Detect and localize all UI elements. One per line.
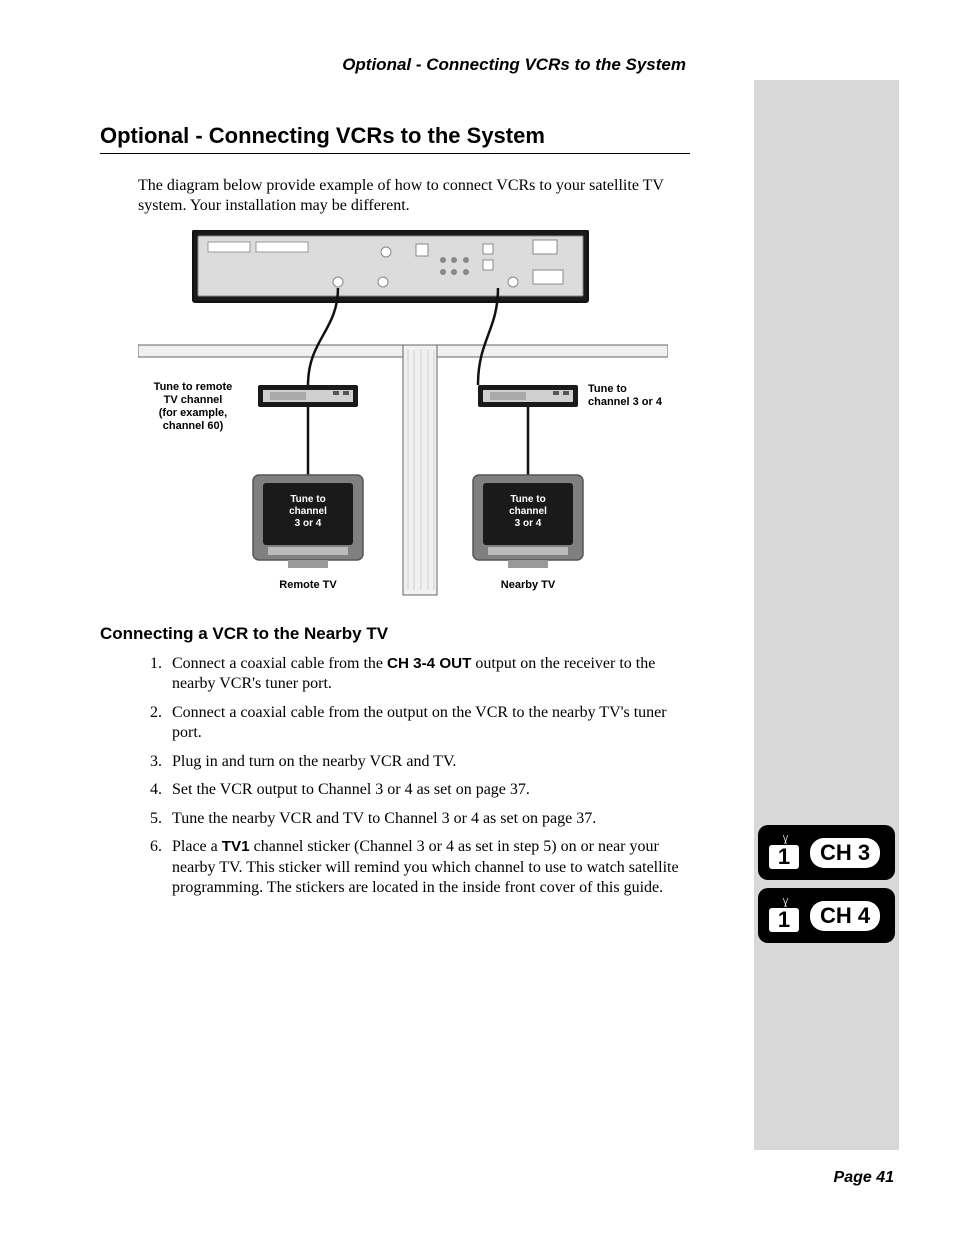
step-4: Set the VCR output to Channel 3 or 4 as … — [166, 780, 690, 800]
channel-pill-b: CH 4 — [810, 901, 880, 931]
right-vcr-caption-1: Tune to — [588, 383, 627, 395]
tv-left-line3: 3 or 4 — [295, 518, 322, 529]
remote-tv-label: Remote TV — [279, 579, 337, 591]
left-vcr-caption-2: TV channel — [164, 394, 223, 406]
connection-diagram: Tune to channel 3 or 4 Tune to channel 3… — [138, 230, 690, 600]
step-6: Place a TV1 channel sticker (Channel 3 o… — [166, 837, 690, 898]
tv-right-line1: Tune to — [510, 494, 545, 505]
left-vcr-caption-1: Tune to remote — [154, 381, 233, 393]
step-3: Plug in and turn on the nearby VCR and T… — [166, 752, 690, 772]
channel-sticker-ch4: \ / 1 CH 4 — [758, 888, 895, 943]
steps-list: Connect a coaxial cable from the CH 3-4 … — [138, 654, 690, 899]
tv-number-badge: 1 — [769, 845, 799, 869]
nearby-tv-label: Nearby TV — [501, 579, 556, 591]
subhead-connecting-vcr: Connecting a VCR to the Nearby TV — [100, 624, 690, 644]
left-vcr-caption-4: channel 60) — [163, 420, 224, 432]
section-title: Optional - Connecting VCRs to the System — [100, 123, 690, 149]
side-column: \ / 1 CH 3 \ / 1 CH 4 — [754, 80, 899, 1150]
step-2: Connect a coaxial cable from the output … — [166, 703, 690, 744]
channel-pill-a: CH 3 — [810, 838, 880, 868]
right-vcr-caption-2: channel 3 or 4 — [588, 396, 663, 408]
channel-sticker-ch3: \ / 1 CH 3 — [758, 825, 895, 880]
intro-paragraph: The diagram below provide example of how… — [138, 176, 690, 216]
tv-right-line3: 3 or 4 — [515, 518, 542, 529]
step-5: Tune the nearby VCR and TV to Channel 3 … — [166, 809, 690, 829]
running-head: Optional - Connecting VCRs to the System — [100, 55, 690, 75]
page-number: Page 41 — [834, 1169, 894, 1187]
title-rule — [100, 153, 690, 154]
tv-number-badge: 1 — [769, 908, 799, 932]
tv-left-line2: channel — [289, 506, 327, 517]
tv-left-line1: Tune to — [290, 494, 325, 505]
step-1: Connect a coaxial cable from the CH 3-4 … — [166, 654, 690, 695]
tv-right-line2: channel — [509, 506, 547, 517]
channel-sticker-group: \ / 1 CH 3 \ / 1 CH 4 — [758, 825, 895, 951]
left-vcr-caption-3: (for example, — [159, 407, 227, 419]
